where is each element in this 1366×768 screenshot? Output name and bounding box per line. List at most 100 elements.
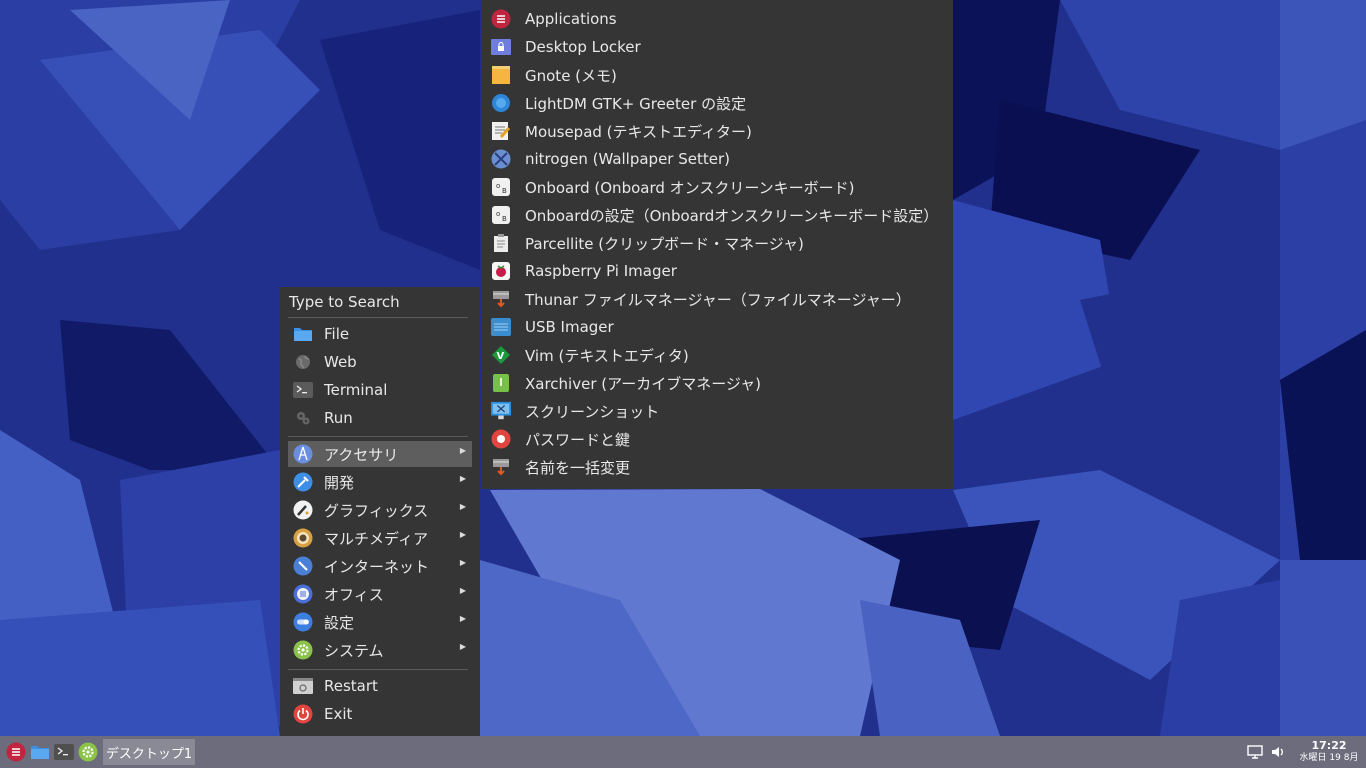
category-internet[interactable]: インターネット ▶: [288, 553, 472, 579]
application-menu: Type to Search File Web Terminal Run アクセ…: [280, 287, 480, 736]
submenu-arrow-icon: ▶: [459, 530, 466, 539]
vim-icon: V: [491, 345, 511, 365]
app-applications[interactable]: Applications: [491, 6, 617, 32]
category-multimedia[interactable]: マルチメディア ▶: [288, 525, 472, 551]
search-input[interactable]: Type to Search: [289, 293, 400, 311]
app-label: Raspberry Pi Imager: [525, 262, 677, 280]
app-label: Onboard (Onboard オンスクリーンキーボード): [525, 178, 855, 197]
menu-item-label: Web: [324, 353, 357, 371]
app-label: Applications: [525, 10, 617, 28]
submenu-arrow-icon: ▶: [459, 642, 466, 651]
workspace-button[interactable]: デスクトップ1: [103, 739, 195, 765]
submenu-arrow-icon: ▶: [459, 474, 466, 483]
archive-icon: [491, 373, 511, 393]
app-label: Parcellite (クリップボード・マネージャ): [525, 234, 804, 253]
folder-icon: [293, 324, 313, 344]
settings-launcher[interactable]: [78, 742, 98, 762]
file-manager-launcher[interactable]: [30, 742, 50, 762]
app-raspberry-pi-imager[interactable]: Raspberry Pi Imager: [491, 258, 677, 284]
category-accessories[interactable]: アクセサリ ▶: [288, 441, 472, 467]
app-label: nitrogen (Wallpaper Setter): [525, 150, 731, 168]
keyboard-settings-icon: oB: [491, 205, 511, 225]
app-passwords-keys[interactable]: パスワードと鍵: [491, 426, 630, 452]
restart-label: Restart: [324, 677, 378, 695]
app-onboard[interactable]: oB Onboard (Onboard オンスクリーンキーボード): [491, 174, 854, 200]
note-icon: [491, 65, 511, 85]
menu-item-terminal[interactable]: Terminal: [288, 377, 472, 403]
app-onboard-settings[interactable]: oB Onboardの設定（Onboardオンスクリーンキーボード設定）: [491, 202, 938, 228]
taskbar: デスクトップ1 17:22 水曜日 19 8月: [0, 736, 1366, 768]
app-label: Desktop Locker: [525, 38, 641, 56]
category-label: 設定: [324, 613, 355, 632]
category-label: グラフィックス: [324, 501, 429, 520]
menu-item-file[interactable]: File: [288, 321, 472, 347]
menu-separator: [288, 436, 468, 437]
category-graphics[interactable]: グラフィックス ▶: [288, 497, 472, 523]
submenu-arrow-icon: ▶: [459, 614, 466, 623]
keyboard-icon: oB: [491, 177, 511, 197]
terminal-icon: [293, 380, 313, 400]
category-label: マルチメディア: [324, 529, 428, 548]
menu-item-web[interactable]: Web: [288, 349, 472, 375]
app-label: Gnote (メモ): [525, 66, 617, 85]
app-desktop-locker[interactable]: Desktop Locker: [491, 34, 641, 60]
app-parcellite[interactable]: Parcellite (クリップボード・マネージャ): [491, 230, 804, 256]
password-icon: [491, 429, 511, 449]
app-thunar[interactable]: Thunar ファイルマネージャー（ファイルマネージャー）: [491, 286, 911, 312]
menu-item-run[interactable]: Run: [288, 405, 472, 431]
app-nitrogen[interactable]: nitrogen (Wallpaper Setter): [491, 146, 730, 172]
submenu-arrow-icon: ▶: [459, 446, 466, 455]
menu-icon: [491, 9, 511, 29]
submenu-arrow-icon: ▶: [459, 586, 466, 595]
app-vim[interactable]: V Vim (テキストエディタ): [491, 342, 689, 368]
screenshot-icon: [491, 401, 511, 421]
submenu-arrow-icon: ▶: [459, 502, 466, 511]
menu-separator: [288, 669, 468, 670]
svg-text:o: o: [496, 210, 500, 218]
menu-separator: [288, 317, 468, 318]
svg-text:B: B: [502, 215, 507, 223]
category-development[interactable]: 開発 ▶: [288, 469, 472, 495]
volume-icon[interactable]: [1268, 742, 1288, 762]
globe-icon: [293, 352, 313, 372]
app-mousepad[interactable]: Mousepad (テキストエディター): [491, 118, 752, 144]
usb-icon: [491, 317, 511, 337]
compass-needle-icon: [293, 556, 313, 576]
restart-button[interactable]: Restart: [288, 673, 472, 699]
system-gear-icon: [293, 640, 313, 660]
exit-button[interactable]: Exit: [288, 701, 472, 727]
app-screenshot[interactable]: スクリーンショット: [491, 398, 659, 424]
menu-item-label: Terminal: [324, 381, 388, 399]
category-settings[interactable]: 設定 ▶: [288, 609, 472, 635]
app-lightdm-greeter[interactable]: LightDM GTK+ Greeter の設定: [491, 90, 746, 116]
app-bulk-rename[interactable]: 名前を一括変更: [491, 454, 630, 480]
speaker-icon: [293, 528, 313, 548]
clock-date: 水曜日 19 8月: [1299, 753, 1359, 763]
svg-text:o: o: [496, 182, 500, 190]
category-office[interactable]: オフィス ▶: [288, 581, 472, 607]
app-label: Mousepad (テキストエディター): [525, 122, 752, 141]
app-usb-imager[interactable]: USB Imager: [491, 314, 614, 340]
menu-launcher-button[interactable]: [6, 742, 26, 762]
accessories-submenu: Applications Desktop Locker Gnote (メモ) L…: [481, 0, 953, 489]
app-label: Vim (テキストエディタ): [525, 346, 689, 365]
clock[interactable]: 17:22 水曜日 19 8月: [1298, 739, 1360, 764]
category-label: アクセサリ: [324, 445, 399, 464]
app-label: LightDM GTK+ Greeter の設定: [525, 94, 747, 113]
app-label: Xarchiver (アーカイブマネージャ): [525, 374, 762, 393]
display-icon[interactable]: [1245, 742, 1265, 762]
document-icon: [293, 584, 313, 604]
category-system[interactable]: システム ▶: [288, 637, 472, 663]
gear-run-icon: [293, 408, 313, 428]
menu-item-label: Run: [324, 409, 353, 427]
app-gnote[interactable]: Gnote (メモ): [491, 62, 617, 88]
power-icon: [293, 704, 313, 724]
toggle-icon: [293, 612, 313, 632]
category-label: インターネット: [324, 557, 430, 576]
app-xarchiver[interactable]: Xarchiver (アーカイブマネージャ): [491, 370, 761, 396]
category-label: 開発: [324, 473, 355, 492]
app-label: USB Imager: [525, 318, 614, 336]
svg-text:B: B: [502, 187, 507, 195]
terminal-launcher[interactable]: [54, 742, 74, 762]
lock-icon: [491, 37, 511, 57]
